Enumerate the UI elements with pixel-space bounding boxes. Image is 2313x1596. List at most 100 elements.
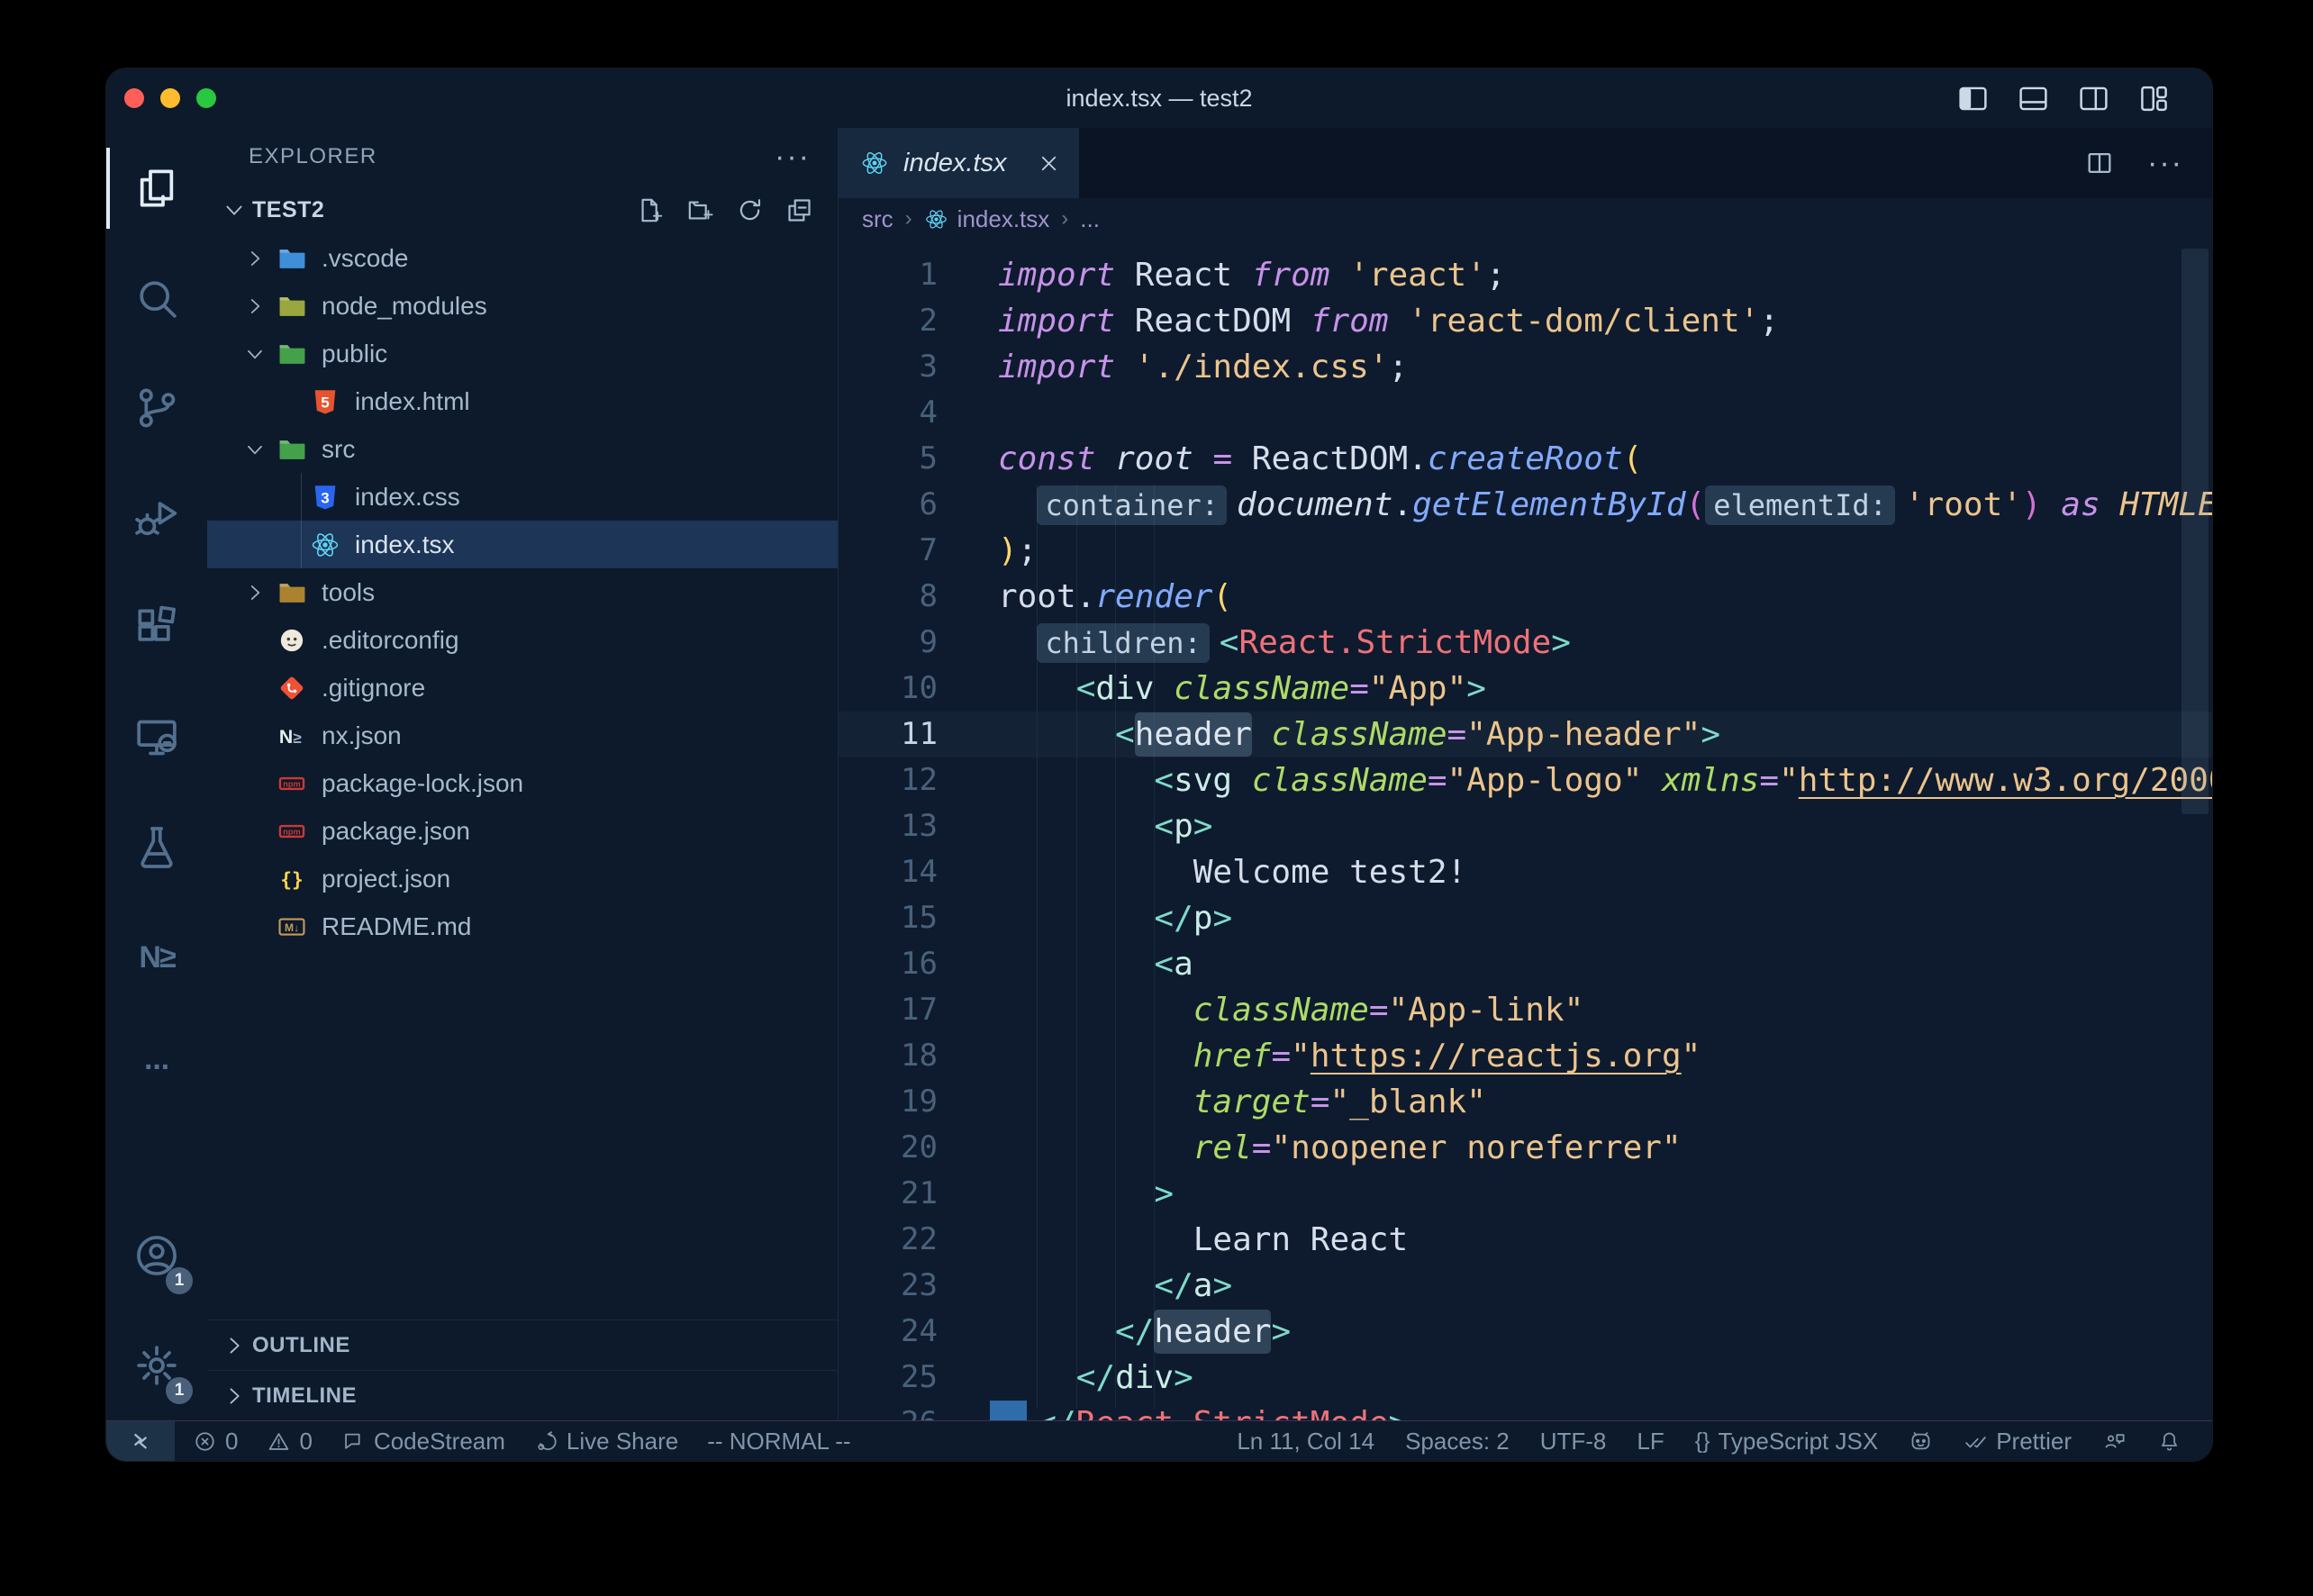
tree-item-index.tsx[interactable]: index.tsx bbox=[207, 521, 838, 568]
status-language-mode[interactable]: {}TypeScript JSX bbox=[1695, 1428, 1878, 1455]
tree-item-.gitignore[interactable]: .gitignore bbox=[207, 664, 838, 712]
split-editor-icon[interactable] bbox=[2084, 148, 2115, 178]
activity-testing[interactable] bbox=[106, 793, 207, 902]
status-live-share[interactable]: Live Share bbox=[534, 1428, 678, 1455]
tree-item-package.json[interactable]: npmpackage.json bbox=[207, 807, 838, 855]
title-bar[interactable]: index.tsx — test2 bbox=[106, 68, 2212, 128]
code-line-13[interactable]: 13 <p> bbox=[839, 803, 2212, 849]
code-line-20[interactable]: 20 rel="noopener noreferrer" bbox=[839, 1125, 2212, 1171]
tree-item-.vscode[interactable]: .vscode bbox=[207, 234, 838, 282]
panel-outline[interactable]: OUTLINE bbox=[207, 1319, 838, 1370]
minimize-window-button[interactable] bbox=[160, 88, 180, 108]
activity-additional-views[interactable]: ··· bbox=[106, 1012, 207, 1122]
status-encoding[interactable]: UTF-8 bbox=[1540, 1428, 1607, 1455]
refresh-icon[interactable] bbox=[735, 195, 765, 225]
code-line-14[interactable]: 14 Welcome test2! bbox=[839, 849, 2212, 895]
breadcrumb-item[interactable]: src bbox=[862, 205, 893, 233]
activity-search[interactable] bbox=[106, 243, 207, 353]
activity-remote-explorer[interactable] bbox=[106, 683, 207, 793]
remote-indicator[interactable] bbox=[106, 1421, 175, 1461]
tree-item-project.json[interactable]: {}project.json bbox=[207, 855, 838, 902]
status-eol[interactable]: LF bbox=[1637, 1428, 1664, 1455]
tab-index-tsx[interactable]: index.tsx bbox=[839, 128, 1080, 198]
layout-panel-icon[interactable] bbox=[2017, 82, 2050, 115]
code-line-10[interactable]: 10 <div className="App"> bbox=[839, 666, 2212, 712]
code-line-8[interactable]: 8root.render( bbox=[839, 574, 2212, 620]
braces-icon: {} bbox=[1695, 1428, 1710, 1455]
activity-explorer[interactable] bbox=[106, 133, 207, 243]
code-line-6[interactable]: 6 container:document.getElementById(elem… bbox=[839, 482, 2212, 528]
close-window-button[interactable] bbox=[124, 88, 144, 108]
new-folder-icon[interactable] bbox=[685, 195, 715, 225]
line-number: 13 bbox=[839, 803, 965, 849]
indent-guide bbox=[1115, 485, 1116, 1409]
indent-guide bbox=[1037, 485, 1038, 1409]
new-file-icon[interactable] bbox=[636, 195, 666, 225]
close-icon[interactable] bbox=[1037, 151, 1061, 176]
tree-item-node_modules[interactable]: node_modules bbox=[207, 282, 838, 330]
status-codestream[interactable]: CodeStream bbox=[341, 1428, 505, 1455]
code-line-26[interactable]: 26 </React.StrictMode> bbox=[839, 1401, 2212, 1420]
layout-split-icon[interactable] bbox=[2077, 82, 2110, 115]
activity-settings[interactable]: 1 bbox=[106, 1310, 207, 1420]
sidebar-more-icon[interactable]: ··· bbox=[775, 140, 811, 175]
panel-timeline[interactable]: TIMELINE bbox=[207, 1370, 838, 1420]
activity-extensions[interactable] bbox=[106, 573, 207, 683]
project-section-header[interactable]: TEST2 bbox=[207, 186, 838, 234]
code-line-1[interactable]: 1import React from 'react'; bbox=[839, 252, 2212, 298]
layout-grid-icon[interactable] bbox=[2137, 82, 2171, 115]
code-line-7[interactable]: 7); bbox=[839, 528, 2212, 574]
folder-src-icon bbox=[277, 434, 307, 465]
tree-item-README.md[interactable]: M↓README.md bbox=[207, 902, 838, 950]
tree-item-package-lock.json[interactable]: npmpackage-lock.json bbox=[207, 759, 838, 807]
status-vim-mode[interactable]: -- NORMAL -- bbox=[707, 1428, 850, 1455]
vertical-scrollbar[interactable] bbox=[2181, 249, 2209, 814]
status-errors[interactable]: 0 bbox=[193, 1428, 238, 1455]
activity-source-control[interactable] bbox=[106, 353, 207, 463]
tree-item-src[interactable]: src bbox=[207, 425, 838, 473]
activity-nx-console[interactable]: N≥ bbox=[106, 902, 207, 1012]
code-line-17[interactable]: 17 className="App-link" bbox=[839, 987, 2212, 1033]
status-feedback[interactable] bbox=[2102, 1429, 2127, 1454]
code-line-23[interactable]: 23 </a> bbox=[839, 1263, 2212, 1309]
status-github[interactable] bbox=[1909, 1429, 1933, 1454]
code-editor[interactable]: 1import React from 'react';2import React… bbox=[839, 240, 2212, 1420]
tree-item-nx.json[interactable]: N≥nx.json bbox=[207, 712, 838, 759]
code-line-18[interactable]: 18 href="https://reactjs.org" bbox=[839, 1033, 2212, 1079]
chevron-right-icon bbox=[243, 247, 277, 270]
code-line-22[interactable]: 22 Learn React bbox=[839, 1217, 2212, 1263]
code-line-15[interactable]: 15 </p> bbox=[839, 895, 2212, 941]
breadcrumb-item[interactable]: index.tsx bbox=[924, 205, 1050, 233]
status-prettier[interactable]: Prettier bbox=[1964, 1428, 2072, 1455]
tree-item-.editorconfig[interactable]: .editorconfig bbox=[207, 616, 838, 664]
code-line-5[interactable]: 5const root = ReactDOM.createRoot( bbox=[839, 436, 2212, 482]
code-line-11[interactable]: 11 <header className="App-header"> bbox=[839, 712, 2212, 757]
status-warnings[interactable]: 0 bbox=[267, 1428, 312, 1455]
code-line-2[interactable]: 2import ReactDOM from 'react-dom/client'… bbox=[839, 298, 2212, 344]
breadcrumb-item[interactable]: ... bbox=[1080, 205, 1100, 233]
tree-item-public[interactable]: public bbox=[207, 330, 838, 377]
code-line-4[interactable]: 4 bbox=[839, 390, 2212, 436]
status-notifications[interactable] bbox=[2157, 1429, 2181, 1454]
svg-text:N: N bbox=[279, 725, 293, 747]
activity-accounts[interactable]: 1 bbox=[106, 1201, 207, 1310]
code-line-16[interactable]: 16 <a bbox=[839, 941, 2212, 987]
tree-item-tools[interactable]: tools bbox=[207, 568, 838, 616]
chevron-down-icon[interactable] bbox=[222, 197, 252, 222]
activity-run-and-debug[interactable] bbox=[106, 463, 207, 573]
more-actions-icon[interactable]: ··· bbox=[2147, 146, 2183, 181]
tree-item-index.css[interactable]: 3index.css bbox=[207, 473, 838, 521]
collapse-all-icon[interactable] bbox=[785, 195, 814, 225]
tree-item-index.html[interactable]: 5index.html bbox=[207, 377, 838, 425]
code-line-21[interactable]: 21 > bbox=[839, 1171, 2212, 1217]
code-line-9[interactable]: 9 children:<React.StrictMode> bbox=[839, 620, 2212, 666]
code-line-24[interactable]: 24 </header> bbox=[839, 1309, 2212, 1355]
status-indentation[interactable]: Spaces: 2 bbox=[1405, 1428, 1510, 1455]
layout-sidebar-icon[interactable] bbox=[1956, 82, 1990, 115]
zoom-window-button[interactable] bbox=[196, 88, 216, 108]
code-line-19[interactable]: 19 target="_blank" bbox=[839, 1079, 2212, 1125]
code-line-12[interactable]: 12 <svg className="App-logo" xmlns="http… bbox=[839, 757, 2212, 803]
code-line-25[interactable]: 25 </div> bbox=[839, 1355, 2212, 1401]
code-line-3[interactable]: 3import './index.css'; bbox=[839, 344, 2212, 390]
status-cursor-position[interactable]: Ln 11, Col 14 bbox=[1237, 1428, 1374, 1455]
